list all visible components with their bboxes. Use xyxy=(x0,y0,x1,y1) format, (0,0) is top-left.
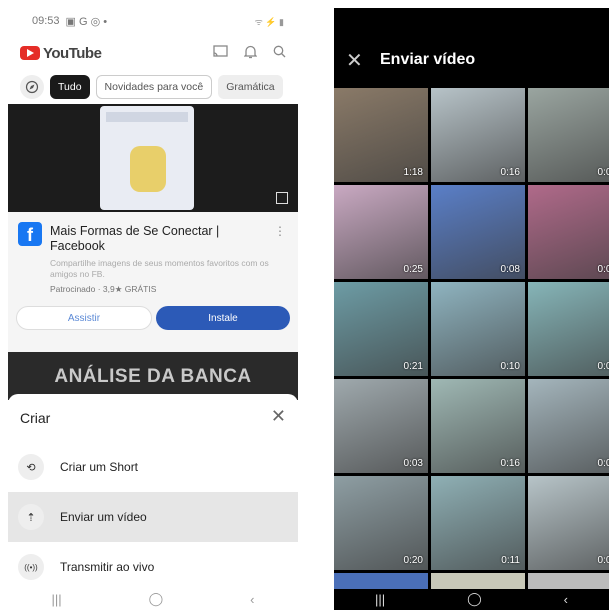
video-thumbnail[interactable]: 0:11 xyxy=(431,476,525,570)
close-icon[interactable]: ✕ xyxy=(346,48,368,73)
cast-icon[interactable] xyxy=(213,44,228,62)
bell-icon[interactable] xyxy=(243,45,258,62)
youtube-logo[interactable]: YouTube xyxy=(20,44,102,62)
go-live-label: Transmitir ao vivo xyxy=(60,560,155,574)
youtube-logo-text: YouTube xyxy=(43,44,102,62)
search-icon[interactable] xyxy=(273,45,286,62)
video-thumbnail[interactable]: 0:25 xyxy=(334,185,428,279)
back-button[interactable]: ‹ xyxy=(564,592,568,607)
go-live-item[interactable]: ((•)) Transmitir ao vivo xyxy=(8,542,298,592)
video-thumbnail[interactable]: 0:21 xyxy=(334,282,428,376)
banner-text: ANÁLISE DA BANCA xyxy=(54,366,252,387)
ad-character-image xyxy=(130,146,166,192)
system-nav-bar: ||| ◯ ‹ xyxy=(8,588,298,610)
create-short-item[interactable]: ⟲ Criar um Short xyxy=(8,442,298,492)
ad-phone-mockup xyxy=(100,106,194,210)
open-external-icon[interactable] xyxy=(276,192,288,204)
upload-video-item[interactable]: ⇡ Enviar um vídeo xyxy=(8,492,298,542)
video-thumbnail[interactable]: 0:05 xyxy=(528,476,609,570)
video-duration: 0:05 xyxy=(597,264,609,275)
video-thumbnail[interactable]: 0:10 xyxy=(431,282,525,376)
video-duration: 0:07 xyxy=(597,361,609,372)
compass-icon xyxy=(25,80,39,94)
status-icons-left: ▣ G ◎ • xyxy=(65,15,108,28)
video-banner[interactable]: ANÁLISE DA BANCA xyxy=(8,352,298,400)
system-nav-bar: ||| ◯ ‹ xyxy=(334,588,609,610)
video-thumbnail[interactable]: 0:05 xyxy=(528,379,609,473)
upload-title: Enviar vídeo xyxy=(380,51,476,68)
video-duration: 0:08 xyxy=(500,264,520,275)
recent-apps-button[interactable]: ||| xyxy=(375,592,385,607)
watch-button[interactable]: Assistir xyxy=(16,306,152,330)
video-duration: 0:16 xyxy=(500,458,520,469)
video-thumbnail[interactable]: 0:08 xyxy=(431,185,525,279)
ad-description: Compartilhe imagens de seus momentos fav… xyxy=(50,258,269,279)
recent-apps-button[interactable]: ||| xyxy=(51,592,61,607)
home-button[interactable]: ◯ xyxy=(149,591,164,607)
video-thumbnail-partial[interactable] xyxy=(431,573,525,589)
video-duration: 1:18 xyxy=(403,167,423,178)
install-button[interactable]: Instale xyxy=(156,306,290,330)
video-duration: 0:10 xyxy=(500,361,520,372)
sheet-title: Criar xyxy=(20,410,51,426)
status-icons-right: ᯤ ⚡ ▮ xyxy=(254,16,284,27)
video-thumbnail[interactable]: 0:16 xyxy=(431,88,525,182)
shorts-icon: ⟲ xyxy=(18,454,44,480)
video-duration: 0:05 xyxy=(597,555,609,566)
create-sheet: Criar ✕ ⟲ Criar um Short ⇡ Enviar um víd… xyxy=(8,394,298,610)
ad-thumbnail[interactable] xyxy=(8,104,298,212)
video-thumbnail[interactable]: 0:09 xyxy=(528,88,609,182)
back-button[interactable]: ‹ xyxy=(250,592,254,607)
upload-video-screen: ✕ Enviar vídeo 1:18 0:16 0:09 0:25 0:08 0:05 0… xyxy=(334,8,609,610)
video-thumbnail[interactable]: 0:07 xyxy=(528,282,609,376)
video-duration: 0:03 xyxy=(403,458,423,469)
video-thumbnail[interactable]: 0:16 xyxy=(431,379,525,473)
create-short-label: Criar um Short xyxy=(60,460,139,474)
youtube-home-screen: 09:53 ▣ G ◎ • ᯤ ⚡ ▮ YouTube Tudo Novidad… xyxy=(8,8,298,610)
home-button[interactable]: ◯ xyxy=(467,591,482,607)
video-duration: 0:05 xyxy=(597,458,609,469)
upload-header: ✕ Enviar vídeo xyxy=(334,38,609,82)
video-duration: 0:11 xyxy=(501,555,520,566)
explore-compass-button[interactable] xyxy=(20,75,44,99)
video-duration: 0:16 xyxy=(500,167,520,178)
filter-chips: Tudo Novidades para você Gramática xyxy=(8,74,298,100)
video-thumbnail[interactable]: 0:05 xyxy=(528,185,609,279)
video-duration: 0:20 xyxy=(403,555,423,566)
chip-new-for-you[interactable]: Novidades para você xyxy=(95,75,213,99)
video-thumbnail[interactable]: 0:03 xyxy=(334,379,428,473)
chip-grammar[interactable]: Gramática xyxy=(218,75,283,99)
video-thumbnail[interactable]: 0:20 xyxy=(334,476,428,570)
status-bar xyxy=(334,8,609,36)
video-thumbnail-partial[interactable] xyxy=(334,573,428,589)
status-time: 09:53 xyxy=(32,15,60,27)
ad-card: f Mais Formas de Se Conectar | Facebook … xyxy=(8,212,298,352)
upload-video-label: Enviar um vídeo xyxy=(60,510,147,524)
video-thumbnail[interactable]: 1:18 xyxy=(334,88,428,182)
more-options-icon[interactable]: ⋮ xyxy=(274,224,286,238)
close-icon[interactable]: ✕ xyxy=(271,406,286,427)
video-thumbnail-partial[interactable] xyxy=(528,573,609,589)
live-broadcast-icon: ((•)) xyxy=(18,554,44,580)
upload-icon: ⇡ xyxy=(18,504,44,530)
facebook-logo-icon: f xyxy=(18,222,42,246)
youtube-header: YouTube xyxy=(8,36,298,70)
youtube-play-icon xyxy=(20,46,40,60)
video-duration: 0:09 xyxy=(597,167,609,178)
chip-all[interactable]: Tudo xyxy=(50,75,90,99)
ad-title[interactable]: Mais Formas de Se Conectar | Facebook xyxy=(50,224,250,254)
ad-meta: Patrocinado · 3,9★ GRÁTIS xyxy=(50,284,157,294)
video-duration: 0:25 xyxy=(403,264,423,275)
video-duration: 0:21 xyxy=(403,361,423,372)
status-bar: 09:53 ▣ G ◎ • ᯤ ⚡ ▮ xyxy=(8,8,298,34)
